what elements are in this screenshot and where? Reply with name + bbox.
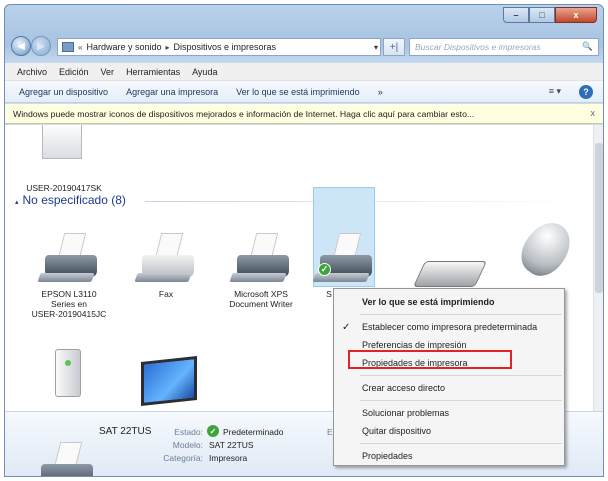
menu-item-label: Preferencias de impresión bbox=[362, 340, 467, 350]
model-value: SAT 22TUS bbox=[209, 440, 254, 450]
menu-item-label: Crear acceso directo bbox=[362, 383, 446, 393]
menu-bar: Archivo Edición Ver Herramientas Ayuda bbox=[5, 63, 603, 81]
control-panel-icon bbox=[62, 42, 74, 52]
device-label: Microsoft XPS Document Writer bbox=[229, 289, 293, 309]
add-printer-button[interactable]: Agregar una impresora bbox=[126, 87, 218, 97]
monitor-icon bbox=[141, 356, 201, 411]
collapse-arrow-icon[interactable]: ▴ bbox=[15, 199, 19, 206]
menu-item-label: Ver lo que se está imprimiendo bbox=[362, 297, 495, 307]
menu-separator bbox=[360, 400, 562, 401]
vertical-scrollbar[interactable] bbox=[593, 125, 603, 411]
menu-archivo[interactable]: Archivo bbox=[17, 67, 47, 77]
caption-buttons: – □ x bbox=[503, 7, 597, 23]
printer-icon bbox=[229, 229, 291, 285]
checkmark-icon: ✓ bbox=[342, 321, 351, 333]
menu-separator bbox=[360, 375, 562, 376]
close-button[interactable]: x bbox=[555, 7, 597, 23]
printer-icon: ✓ bbox=[312, 229, 374, 285]
chevron-down-icon[interactable]: ▾ bbox=[374, 43, 378, 52]
minimize-button[interactable]: – bbox=[503, 7, 529, 23]
menu-item-label: Quitar dispositivo bbox=[362, 426, 432, 436]
search-placeholder: Buscar Dispositivos e impresoras bbox=[415, 42, 541, 52]
menu-separator bbox=[360, 443, 562, 444]
device-mouse[interactable] bbox=[505, 214, 585, 284]
status-value: Predeterminado bbox=[223, 427, 284, 437]
info-bar[interactable]: Windows puede mostrar iconos de disposit… bbox=[5, 104, 603, 124]
see-printing-button[interactable]: Ver lo que se está imprimiendo bbox=[236, 87, 360, 97]
menu-ver[interactable]: Ver bbox=[101, 67, 115, 77]
printer-icon bbox=[35, 438, 95, 476]
details-device-name: SAT 22TUS bbox=[99, 426, 152, 437]
menu-item-see-printing[interactable]: Ver lo que se está imprimiendo bbox=[334, 293, 564, 311]
category-key: Categoría: bbox=[163, 453, 203, 463]
highlight-annotation-box bbox=[348, 350, 512, 369]
device-label: Fax bbox=[158, 289, 174, 299]
arrow-right-icon: ▶ bbox=[37, 40, 45, 52]
default-check-icon: ✓ bbox=[318, 263, 331, 276]
menu-item-label: Establecer como impresora predeterminada bbox=[362, 322, 538, 332]
menu-item-label: Solucionar problemas bbox=[362, 408, 450, 418]
status-ok-icon: ✓ bbox=[207, 425, 219, 437]
device-xps[interactable]: Microsoft XPS Document Writer bbox=[219, 229, 303, 309]
menu-ayuda[interactable]: Ayuda bbox=[192, 67, 217, 77]
scroll-thumb[interactable] bbox=[595, 143, 603, 293]
device-label: USER-20190417SK bbox=[26, 183, 102, 193]
menu-separator bbox=[360, 314, 562, 315]
menu-item-label: Propiedades bbox=[362, 451, 413, 461]
search-input[interactable]: Buscar Dispositivos e impresoras 🔍 bbox=[409, 38, 599, 56]
back-button[interactable]: ◀ bbox=[11, 36, 31, 56]
refresh-button[interactable]: +| bbox=[383, 38, 405, 56]
menu-item-set-default[interactable]: ✓ Establecer como impresora predeterminad… bbox=[334, 318, 564, 336]
address-prefix[interactable]: « bbox=[78, 43, 82, 52]
address-row: ◀ ▶ « Hardware y sonido ▸ Dispositivos e… bbox=[5, 33, 603, 61]
status-key: Estado: bbox=[174, 427, 203, 437]
storage-drive-icon bbox=[41, 349, 101, 405]
more-commands-button[interactable]: » bbox=[378, 87, 383, 97]
model-key: Modelo: bbox=[172, 440, 203, 450]
info-bar-text: Windows puede mostrar iconos de disposit… bbox=[13, 108, 475, 119]
printer-icon bbox=[37, 229, 99, 285]
device-fax[interactable]: Fax bbox=[129, 229, 203, 299]
menu-item-properties[interactable]: Propiedades bbox=[334, 447, 564, 465]
device-monitor[interactable] bbox=[139, 356, 203, 411]
device-storage[interactable] bbox=[41, 349, 101, 405]
menu-herramientas[interactable]: Herramientas bbox=[126, 67, 180, 77]
category-value: Impresora bbox=[209, 453, 248, 463]
maximize-button[interactable]: □ bbox=[529, 7, 555, 23]
breadcrumb-separator[interactable]: ▸ bbox=[166, 43, 170, 52]
address-bar[interactable]: « Hardware y sonido ▸ Dispositivos e imp… bbox=[57, 38, 381, 56]
help-icon[interactable]: ? bbox=[579, 85, 593, 99]
command-bar: Agregar un dispositivo Agregar una impre… bbox=[5, 81, 603, 103]
forward-button[interactable]: ▶ bbox=[31, 36, 51, 56]
group-header[interactable]: ▴ No especificado (8) bbox=[15, 193, 126, 207]
add-device-button[interactable]: Agregar un dispositivo bbox=[19, 87, 108, 97]
menu-item-create-shortcut[interactable]: Crear acceso directo bbox=[334, 379, 564, 397]
group-title: No especificado (8) bbox=[22, 193, 126, 207]
search-icon[interactable]: 🔍 bbox=[582, 41, 593, 52]
device-user-pc[interactable]: USER-20190417SK bbox=[19, 125, 109, 193]
computer-icon bbox=[34, 125, 94, 179]
menu-item-troubleshoot[interactable]: Solucionar problemas bbox=[334, 404, 564, 422]
fax-icon bbox=[134, 229, 196, 285]
device-label: EPSON L3110 Series en USER-20190415JC bbox=[31, 289, 107, 319]
menu-item-remove-device[interactable]: Quitar dispositivo bbox=[334, 422, 564, 440]
context-menu: Ver lo que se está imprimiendo ✓ Establec… bbox=[333, 288, 565, 466]
mouse-icon bbox=[512, 214, 580, 284]
details-printer-image bbox=[35, 438, 95, 476]
view-options-button[interactable]: ≡ ▾ bbox=[549, 86, 561, 97]
breadcrumb-hardware[interactable]: Hardware y sonido bbox=[86, 42, 161, 52]
device-label: S bbox=[326, 289, 332, 299]
menu-edicion[interactable]: Edición bbox=[59, 67, 89, 77]
close-icon[interactable]: x bbox=[591, 108, 596, 118]
breadcrumb-devices[interactable]: Dispositivos e impresoras bbox=[174, 42, 277, 52]
device-epson[interactable]: EPSON L3110 Series en USER-20190415JC bbox=[29, 229, 109, 319]
arrow-left-icon: ◀ bbox=[17, 40, 25, 52]
